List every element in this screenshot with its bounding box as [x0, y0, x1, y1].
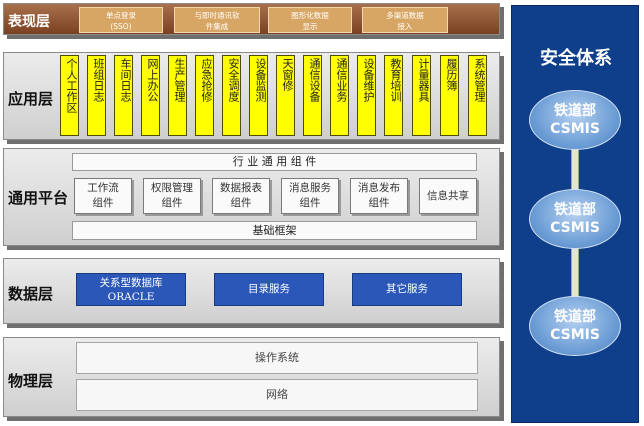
pres-item-graphic-data: 图形化数据 显示	[268, 7, 352, 33]
app-item: 履历簿	[440, 55, 459, 136]
app-item: 网上办公	[141, 55, 160, 136]
message-service-component: 消息服务 组件	[281, 178, 339, 214]
data-layer-label: 数据层	[8, 285, 54, 303]
app-item: 设备维护	[357, 55, 376, 136]
csmis-node: 铁道部 CSMIS	[529, 296, 621, 356]
other-service-box: 其它服务	[352, 273, 462, 306]
info-share-component: 信息共享	[419, 178, 477, 214]
app-item: 通信设备	[303, 55, 322, 136]
pres-item-sso: 单点登录 (SSO)	[79, 7, 163, 33]
physical-layer-label: 物理层	[8, 372, 54, 390]
security-connector	[571, 247, 579, 297]
directory-service-box: 目录服务	[214, 273, 324, 306]
permission-component: 权限管理 组件	[143, 178, 201, 214]
os-bar: 操作系统	[76, 342, 478, 374]
presentation-layer: 表现层 单点登录 (SSO) 与即时通讯软 件集成 图形化数据 显示 多渠道数据…	[3, 3, 500, 35]
pres-item-multichannel: 多渠道数据 接入	[362, 7, 448, 33]
csmis-node: 铁道部 CSMIS	[529, 189, 621, 249]
industry-common-components-bar: 行 业 通 用 组 件	[72, 153, 477, 171]
security-system-title: 安全体系	[540, 48, 612, 69]
app-item: 设备监测	[249, 55, 268, 136]
workflow-component: 工作流 组件	[74, 178, 132, 214]
app-item: 班组日志	[87, 55, 106, 136]
network-bar: 网络	[76, 379, 478, 411]
presentation-layer-label: 表现层	[8, 14, 50, 30]
app-item: 安全调度	[222, 55, 241, 136]
security-connector	[571, 149, 579, 191]
message-publish-component: 消息发布 组件	[350, 178, 408, 214]
app-item: 天窗修	[276, 55, 295, 136]
security-system-panel: 安全体系 铁道部 CSMIS 铁道部 CSMIS 铁道部 CSMIS	[511, 5, 639, 423]
app-item: 教育培训	[384, 55, 403, 136]
app-item: 车间日志	[114, 55, 133, 136]
app-item: 计量器具	[412, 55, 431, 136]
base-framework-bar: 基础框架	[72, 221, 477, 240]
platform-layer-label: 通用平台	[8, 189, 69, 207]
application-layer-label: 应用层	[8, 90, 54, 108]
app-item: 系统管理	[468, 55, 487, 136]
report-component: 数据报表 组件	[212, 178, 270, 214]
csmis-node: 铁道部 CSMIS	[529, 90, 621, 150]
app-item: 通信业务	[330, 55, 349, 136]
app-item: 应急抢修	[195, 55, 214, 136]
pres-item-im-integration: 与即时通讯软 件集成	[174, 7, 260, 33]
app-item: 生产管理	[168, 55, 187, 136]
oracle-db-box: 关系型数据库 ORACLE	[76, 273, 186, 306]
app-item: 个人工作区	[60, 55, 79, 136]
